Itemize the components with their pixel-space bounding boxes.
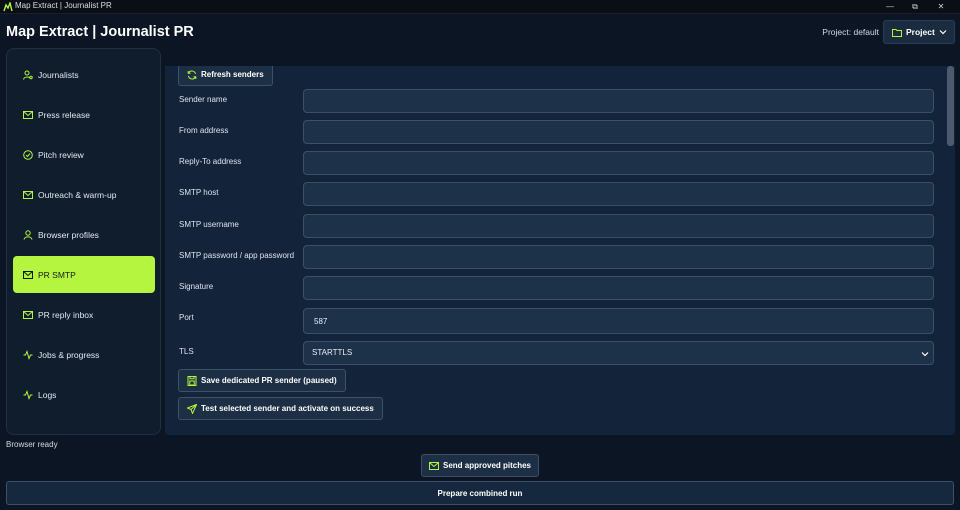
sidebar-item-label: Browser profiles [38,229,99,240]
pr-smtp-panel: Refresh senders Sender name From address… [165,66,955,435]
status-text: Browser ready [6,440,58,449]
sidebar-item-label: Logs [38,389,57,400]
sender-name-input[interactable] [303,89,934,113]
refresh-senders-button[interactable]: Refresh senders [178,66,273,86]
project-label: Project: default [822,27,879,37]
sidebar-item-browser-profiles[interactable]: Browser profiles [13,216,155,253]
app-title: Map Extract | Journalist PR [6,24,194,40]
user-icon [23,229,33,240]
sidebar-item-journalists[interactable]: Journalists [13,56,155,93]
test-sender-button[interactable]: Test selected sender and activate on suc… [178,397,383,420]
chevron-down-icon [921,352,929,357]
smtp-host-label: SMTP host [179,188,219,197]
restore-button[interactable]: ⧉ [908,1,922,13]
activity-icon [23,389,33,400]
mail-icon [23,110,33,119]
mail-icon [23,270,33,279]
close-button[interactable]: ✕ [934,1,948,13]
mail-icon [23,190,33,199]
reply-to-address-input[interactable] [303,151,934,175]
save-icon [187,375,197,386]
sidebar-item-pr-smtp[interactable]: PR SMTP [13,256,155,293]
sidebar-item-press-release[interactable]: Press release [13,96,155,133]
reply-to-address-label: Reply-To address [179,157,242,166]
prepare-combined-run-label: Prepare combined run [437,488,523,498]
send-approved-pitches-label: Send approved pitches [442,461,532,470]
smtp-password-label: SMTP password / app password [179,251,295,260]
signature-label: Signature [179,282,214,291]
save-sender-button[interactable]: Save dedicated PR sender (paused) [178,369,346,392]
check-circle-icon [23,149,33,160]
tls-label: TLS [179,347,194,356]
sidebar-item-label: Press release [38,109,90,120]
sidebar-item-jobs-progress[interactable]: Jobs & progress [13,336,155,373]
from-address-input[interactable] [303,120,934,144]
chevron-down-icon [939,30,947,35]
sidebar-item-outreach[interactable]: Outreach & warm-up [13,176,155,213]
port-input[interactable] [303,308,934,334]
sidebar-item-label: Jobs & progress [38,349,100,360]
refresh-senders-label: Refresh senders [201,70,264,79]
window-title: Map Extract | Journalist PR [15,1,112,10]
sidebar-item-label: Journalists [38,69,79,80]
scrollbar-thumb[interactable] [947,66,954,146]
sidebar-item-label: Pitch review [38,149,84,160]
tls-select-value: STARTTLS [312,348,353,357]
sidebar-item-label: Outreach & warm-up [38,189,117,200]
refresh-icon [187,70,197,79]
user-search-icon [23,70,33,80]
minimize-button[interactable]: — [883,1,897,13]
sidebar-item-pitch-review[interactable]: Pitch review [13,136,155,173]
save-sender-label: Save dedicated PR sender (paused) [201,376,337,385]
mail-icon [428,461,439,470]
project-button[interactable]: Project [883,20,955,44]
window-titlebar: Map Extract | Journalist PR — ⧉ ✕ [0,0,960,14]
activity-icon [23,349,33,360]
smtp-username-input[interactable] [303,214,934,238]
port-label: Port [179,313,194,322]
from-address-label: From address [179,126,229,135]
signature-input[interactable] [303,276,934,300]
sidebar-item-label: PR SMTP [38,269,76,280]
smtp-host-input[interactable] [303,182,934,206]
send-icon [187,403,197,414]
send-approved-pitches-button[interactable]: Send approved pitches [421,454,539,477]
sender-name-label: Sender name [179,95,228,104]
sidebar-item-logs[interactable]: Logs [13,376,155,413]
project-button-label: Project [906,27,935,37]
app-logo-icon [3,2,13,12]
folder-icon [892,28,902,37]
prepare-combined-run-button[interactable]: Prepare combined run [6,481,954,505]
sidebar-item-label: PR reply inbox [38,309,94,320]
smtp-username-label: SMTP username [179,220,239,229]
mail-icon [23,310,33,319]
sidebar-item-pr-reply-inbox[interactable]: PR reply inbox [13,296,155,333]
test-sender-label: Test selected sender and activate on suc… [201,404,374,413]
tls-select[interactable]: STARTTLS [303,341,934,365]
sidebar: Journalists Press release Pitch review O… [6,48,161,435]
scrollbar[interactable] [946,66,955,435]
smtp-password-input[interactable] [303,245,934,269]
